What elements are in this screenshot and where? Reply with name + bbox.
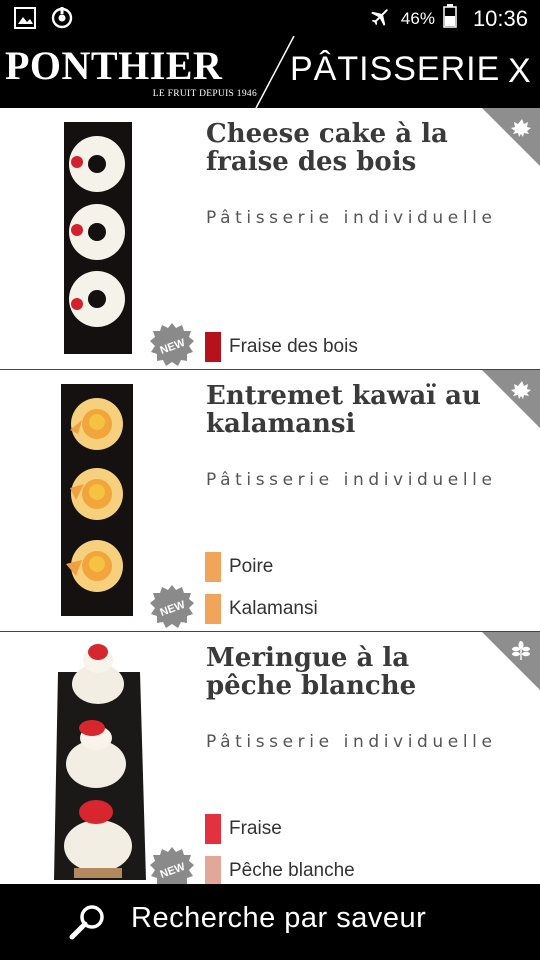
search-label: Recherche par saveur [131, 902, 427, 934]
product-title: Meringue à la pêche blanche [206, 643, 417, 701]
status-bar: 46% 10:36 [0, 0, 540, 36]
maple-leaf-icon [482, 370, 540, 428]
flavor-tag: Poire [205, 552, 273, 582]
flavor-tag: Pêche blanche [205, 856, 355, 884]
maple-leaf-icon [482, 108, 540, 166]
flavor-label: Poire [229, 556, 274, 577]
product-card[interactable]: NEW Entremet kawaï au kalamansi Pâtisser… [0, 370, 540, 632]
flavor-label: Fraise des bois [229, 336, 358, 357]
search-icon [69, 905, 104, 940]
flavor-tag: Kalamansi [205, 594, 318, 624]
page-title: PÂTISSERIE [290, 50, 501, 88]
product-list[interactable]: NEW Cheese cake à la fraise des bois Pât… [0, 108, 540, 884]
flavor-tag: Fraise [205, 814, 282, 844]
new-badge-icon: NEW [150, 323, 194, 366]
product-title: Entremet kawaï au kalamansi [206, 381, 481, 439]
product-card[interactable]: NEW Cheese cake à la fraise des bois Pât… [0, 108, 540, 370]
leaf-sprig-icon [482, 632, 540, 690]
brand-logo: PONTHIER LE FRUIT DEPUIS 1946 [5, 44, 257, 104]
flavor-swatch [205, 552, 221, 582]
flavor-swatch [205, 856, 221, 884]
flavor-tag: Fraise des bois [205, 332, 358, 362]
new-badge-icon: NEW [150, 847, 194, 884]
flavor-swatch [205, 332, 221, 362]
clock: 10:36 [472, 5, 528, 31]
brand-name: PONTHIER [5, 43, 223, 88]
battery-percent: 46% [400, 8, 435, 28]
gallery-icon [14, 7, 36, 34]
product-category: Pâtisserie individuelle [206, 732, 497, 752]
new-badge-icon: NEW [150, 585, 194, 628]
flavor-label: Pêche blanche [229, 860, 355, 881]
flavor-label: Fraise [229, 818, 282, 839]
sync-icon [50, 6, 74, 35]
product-category: Pâtisserie individuelle [206, 470, 497, 490]
flavor-swatch [205, 594, 221, 624]
battery-icon [443, 4, 457, 33]
flavor-label: Kalamansi [229, 598, 318, 619]
app-header: PONTHIER LE FRUIT DEPUIS 1946 PÂTISSERIE… [0, 36, 540, 108]
flavor-swatch [205, 814, 221, 844]
search-by-flavor-button[interactable]: Recherche par saveur [0, 884, 540, 960]
product-card[interactable]: NEW Meringue à la pêche blanche Pâtisser… [0, 632, 540, 884]
product-category: Pâtisserie individuelle [206, 208, 497, 228]
airplane-mode-icon [369, 4, 393, 33]
product-title: Cheese cake à la fraise des bois [206, 119, 448, 177]
brand-tagline: LE FRUIT DEPUIS 1946 [152, 89, 257, 99]
close-button[interactable]: X [508, 52, 531, 91]
